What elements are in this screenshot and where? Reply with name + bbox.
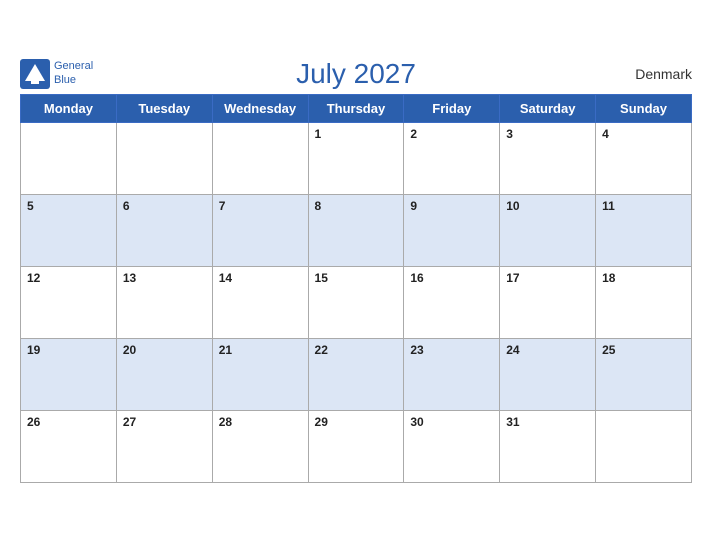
- calendar-day-cell: 19: [21, 338, 117, 410]
- calendar-day-cell: 29: [308, 410, 404, 482]
- calendar-day-cell: 17: [500, 266, 596, 338]
- calendar-day-cell: 2: [404, 122, 500, 194]
- calendar-week-row: 1 2 3 4: [21, 122, 692, 194]
- day-number: 6: [123, 199, 130, 213]
- day-number: 21: [219, 343, 232, 357]
- calendar-day-cell: 23: [404, 338, 500, 410]
- calendar-day-cell: 20: [116, 338, 212, 410]
- calendar-week-row: 26 27 28 29 30 31: [21, 410, 692, 482]
- day-number: 31: [506, 415, 519, 429]
- calendar-day-cell: 25: [596, 338, 692, 410]
- weekday-header-row: Monday Tuesday Wednesday Thursday Friday…: [21, 94, 692, 122]
- calendar-week-row: 12 13 14 15 16 17 18: [21, 266, 692, 338]
- general-blue-logo-icon: [20, 59, 50, 89]
- calendar-day-cell: 30: [404, 410, 500, 482]
- logo-text: General Blue: [54, 60, 93, 86]
- calendar-container: General Blue July 2027 Denmark Monday Tu…: [0, 48, 712, 503]
- day-number: 27: [123, 415, 136, 429]
- calendar-day-cell: 7: [212, 194, 308, 266]
- calendar-week-row: 19 20 21 22 23 24 25: [21, 338, 692, 410]
- day-number: 10: [506, 199, 519, 213]
- day-number: 28: [219, 415, 232, 429]
- calendar-day-cell: 24: [500, 338, 596, 410]
- calendar-day-cell: 18: [596, 266, 692, 338]
- calendar-week-row: 5 6 7 8 9 10 11: [21, 194, 692, 266]
- calendar-day-cell: [212, 122, 308, 194]
- logo-area: General Blue: [20, 59, 93, 89]
- day-number: 29: [315, 415, 328, 429]
- day-number: 5: [27, 199, 34, 213]
- day-number: 18: [602, 271, 615, 285]
- calendar-day-cell: [21, 122, 117, 194]
- day-number: 2: [410, 127, 417, 141]
- day-number: 14: [219, 271, 232, 285]
- calendar-title: July 2027: [296, 58, 416, 90]
- calendar-day-cell: [596, 410, 692, 482]
- calendar-day-cell: 4: [596, 122, 692, 194]
- calendar-country: Denmark: [635, 66, 692, 82]
- day-number: 4: [602, 127, 609, 141]
- day-number: 26: [27, 415, 40, 429]
- calendar-day-cell: 31: [500, 410, 596, 482]
- weekday-saturday: Saturday: [500, 94, 596, 122]
- day-number: 11: [602, 199, 615, 213]
- day-number: 15: [315, 271, 328, 285]
- weekday-tuesday: Tuesday: [116, 94, 212, 122]
- calendar-day-cell: 27: [116, 410, 212, 482]
- calendar-day-cell: 11: [596, 194, 692, 266]
- weekday-monday: Monday: [21, 94, 117, 122]
- calendar-day-cell: 6: [116, 194, 212, 266]
- calendar-day-cell: 16: [404, 266, 500, 338]
- day-number: 1: [315, 127, 322, 141]
- day-number: 22: [315, 343, 328, 357]
- calendar-grid: Monday Tuesday Wednesday Thursday Friday…: [20, 94, 692, 483]
- weekday-friday: Friday: [404, 94, 500, 122]
- day-number: 17: [506, 271, 519, 285]
- day-number: 23: [410, 343, 423, 357]
- calendar-day-cell: 22: [308, 338, 404, 410]
- calendar-day-cell: 14: [212, 266, 308, 338]
- day-number: 8: [315, 199, 322, 213]
- calendar-day-cell: 21: [212, 338, 308, 410]
- day-number: 3: [506, 127, 513, 141]
- day-number: 7: [219, 199, 226, 213]
- calendar-day-cell: 13: [116, 266, 212, 338]
- weekday-thursday: Thursday: [308, 94, 404, 122]
- calendar-day-cell: 15: [308, 266, 404, 338]
- weekday-wednesday: Wednesday: [212, 94, 308, 122]
- calendar-day-cell: 8: [308, 194, 404, 266]
- day-number: 16: [410, 271, 423, 285]
- calendar-day-cell: 12: [21, 266, 117, 338]
- calendar-day-cell: 3: [500, 122, 596, 194]
- day-number: 19: [27, 343, 40, 357]
- day-number: 12: [27, 271, 40, 285]
- calendar-day-cell: 10: [500, 194, 596, 266]
- calendar-header: General Blue July 2027 Denmark: [20, 58, 692, 90]
- calendar-day-cell: 26: [21, 410, 117, 482]
- calendar-day-cell: 28: [212, 410, 308, 482]
- day-number: 9: [410, 199, 417, 213]
- calendar-day-cell: [116, 122, 212, 194]
- weekday-sunday: Sunday: [596, 94, 692, 122]
- day-number: 24: [506, 343, 519, 357]
- day-number: 13: [123, 271, 136, 285]
- calendar-day-cell: 1: [308, 122, 404, 194]
- calendar-day-cell: 9: [404, 194, 500, 266]
- calendar-day-cell: 5: [21, 194, 117, 266]
- day-number: 25: [602, 343, 615, 357]
- day-number: 30: [410, 415, 423, 429]
- day-number: 20: [123, 343, 136, 357]
